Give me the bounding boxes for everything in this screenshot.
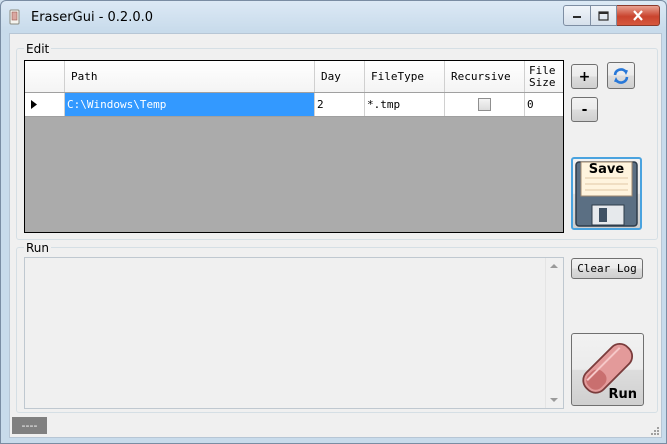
minimize-icon (573, 15, 581, 18)
cell-filetype[interactable]: *.tmp (365, 93, 445, 116)
status-label: ---- (12, 417, 47, 434)
current-row-arrow-icon (31, 100, 37, 109)
scroll-down-arrow-icon[interactable] (550, 398, 558, 402)
client-area: Edit Path Day FileType Recursive File Si… (9, 33, 662, 438)
close-button[interactable] (617, 5, 660, 26)
resize-grip-icon[interactable] (649, 425, 659, 435)
row-header-corner (25, 61, 65, 92)
column-header-path[interactable]: Path (65, 61, 315, 92)
log-scrollbar[interactable] (545, 258, 563, 408)
main-window: EraserGui - 0.2.0.0 Edit Path Day FileTy… (0, 0, 667, 444)
grid-header: Path Day FileType Recursive File Size (25, 61, 563, 93)
column-header-file-size[interactable]: File Size (525, 61, 563, 92)
clear-log-button[interactable]: Clear Log (571, 258, 643, 279)
save-button[interactable]: Save (571, 157, 642, 230)
column-header-day[interactable]: Day (315, 61, 365, 92)
add-button[interactable]: + (571, 64, 598, 89)
run-button[interactable]: Run (571, 333, 644, 406)
recursive-checkbox[interactable] (478, 98, 491, 111)
edit-group-label: Edit (24, 42, 52, 56)
maximize-icon (598, 10, 609, 21)
row-header[interactable] (25, 93, 65, 116)
column-header-filetype[interactable]: FileType (365, 61, 445, 92)
run-group-label: Run (24, 241, 52, 255)
refresh-button[interactable] (607, 62, 635, 89)
window-title: EraserGui - 0.2.0.0 (31, 10, 154, 25)
cell-recursive[interactable] (445, 93, 525, 116)
status-bar: ---- (10, 414, 661, 437)
cell-file-size[interactable]: 0 (525, 93, 563, 116)
refresh-icon (613, 67, 629, 84)
title-bar[interactable]: EraserGui - 0.2.0.0 (1, 1, 666, 33)
maximize-button[interactable] (591, 5, 617, 26)
close-icon (633, 10, 643, 21)
minimize-button[interactable] (563, 5, 591, 26)
column-header-recursive[interactable]: Recursive (445, 61, 525, 92)
log-output[interactable] (24, 257, 564, 409)
app-icon (9, 9, 20, 25)
rules-grid[interactable]: Path Day FileType Recursive File Size C:… (24, 60, 564, 233)
cell-day[interactable]: 2 (315, 93, 365, 116)
cell-path[interactable]: C:\Windows\Temp (65, 93, 315, 116)
remove-button[interactable]: - (571, 97, 598, 122)
scroll-up-arrow-icon[interactable] (550, 264, 558, 268)
save-label: Save (588, 162, 625, 177)
table-row[interactable]: C:\Windows\Temp 2 *.tmp 0 (25, 93, 563, 117)
run-label: Run (608, 387, 637, 402)
